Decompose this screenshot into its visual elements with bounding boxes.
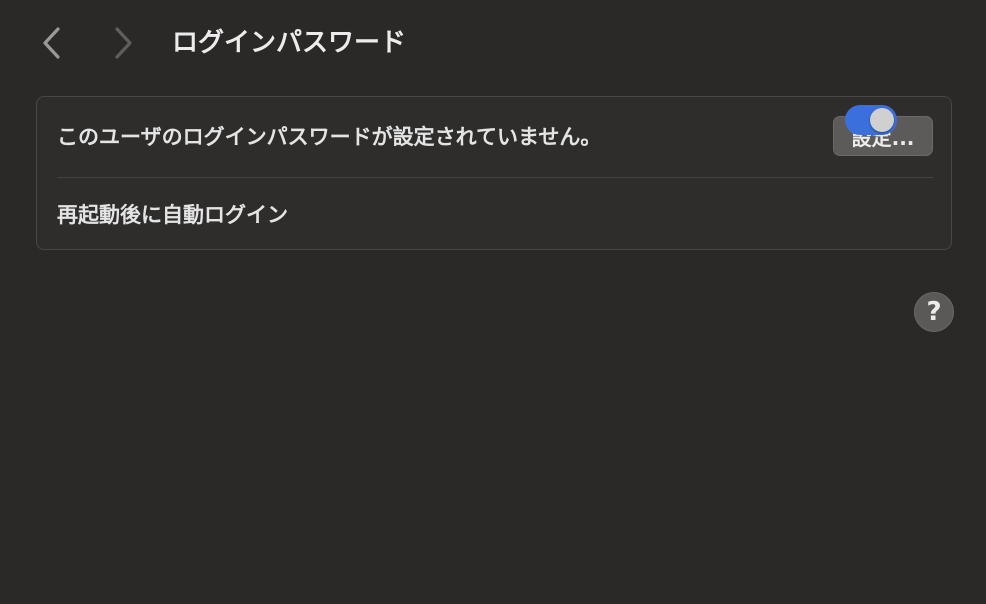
forward-button[interactable] <box>105 24 141 62</box>
help-button[interactable]: ? <box>914 292 954 332</box>
autologin-row: 再起動後に自動ログイン <box>37 177 953 251</box>
chevron-right-icon <box>115 27 132 59</box>
back-button[interactable] <box>34 24 70 62</box>
page-title: ログインパスワード <box>172 28 407 58</box>
toggle-knob <box>870 108 894 132</box>
question-mark-icon: ? <box>926 297 942 327</box>
chevron-left-icon <box>43 27 60 59</box>
settings-window: ログインパスワード このユーザのログインパスワードが設定されていません。 設定.… <box>0 0 986 604</box>
autologin-label: 再起動後に自動ログイン <box>57 203 288 227</box>
settings-group: このユーザのログインパスワードが設定されていません。 設定... 再起動後に自動… <box>36 96 952 250</box>
password-row: このユーザのログインパスワードが設定されていません。 設定... <box>37 97 953 177</box>
password-status-label: このユーザのログインパスワードが設定されていません。 <box>57 125 602 149</box>
toolbar: ログインパスワード <box>0 0 986 88</box>
autologin-toggle[interactable] <box>845 105 897 135</box>
